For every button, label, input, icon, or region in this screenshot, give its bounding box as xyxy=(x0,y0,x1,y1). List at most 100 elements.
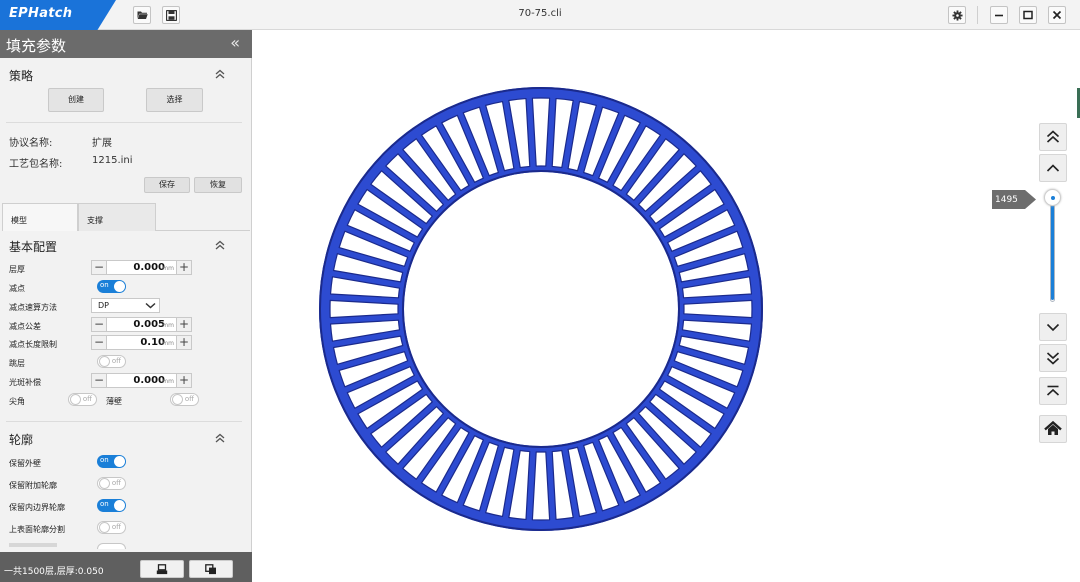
keep-inner-boundary-toggle[interactable]: on xyxy=(97,499,126,512)
clipped-row-label xyxy=(9,543,57,547)
unit-label: mm xyxy=(162,340,174,347)
clipped-toggle xyxy=(97,543,126,549)
create-strategy-button[interactable]: 创建 xyxy=(48,88,104,112)
decrement-icon[interactable]: − xyxy=(92,336,107,349)
layer-slider-fill xyxy=(1051,200,1054,300)
decrement-icon[interactable]: − xyxy=(92,261,107,274)
spot-compensation-value[interactable]: 0.000 xyxy=(133,375,165,386)
collapse-panel-icon[interactable]: « xyxy=(230,33,240,52)
collapse-basic-config-icon[interactable] xyxy=(213,238,227,252)
fill-parameters-panel: 填充参数 « 策略 创建 选择 协议名称: 扩展 工艺包名称: 1215.ini… xyxy=(0,30,252,582)
toggle-state: off xyxy=(184,395,194,403)
app-logo: EPHatch xyxy=(0,0,116,30)
unit-label: mm xyxy=(162,322,174,329)
home-view-button[interactable] xyxy=(1039,415,1067,443)
minimize-icon xyxy=(995,14,1003,17)
chevron-up-bar-icon xyxy=(1046,385,1060,396)
spot-compensation-stepper[interactable]: − 0.000 mm + xyxy=(91,373,192,388)
chevron-down-icon xyxy=(145,302,156,309)
status-bar: 一共1500层,层厚:0.050 xyxy=(0,552,252,582)
protocol-value: 扩展 xyxy=(92,138,112,149)
upper-surface-split-toggle[interactable]: off xyxy=(97,521,126,534)
save-file-button[interactable] xyxy=(162,6,180,24)
collapse-contour-icon[interactable] xyxy=(213,431,227,445)
maximize-icon xyxy=(1023,10,1033,20)
close-icon xyxy=(1052,10,1062,20)
tab-support[interactable]: 支撑 xyxy=(78,203,156,231)
close-button[interactable] xyxy=(1048,6,1066,24)
layer-thickness-stepper[interactable]: − 0.000 mm + xyxy=(91,260,192,275)
skip-layer-toggle[interactable]: off xyxy=(97,355,126,368)
keep-outer-wall-toggle[interactable]: on xyxy=(97,455,126,468)
increment-icon[interactable]: + xyxy=(176,261,191,274)
copy-icon xyxy=(205,564,216,575)
increment-icon[interactable]: + xyxy=(176,374,191,387)
double-chevron-up-icon xyxy=(1046,130,1060,143)
panel-header: 填充参数 « xyxy=(0,30,252,58)
reduce-length-limit-value[interactable]: 0.10 xyxy=(140,337,165,348)
copy-button[interactable] xyxy=(189,560,233,578)
sharp-corner-toggle[interactable]: off xyxy=(68,393,97,406)
folder-open-icon xyxy=(137,11,148,19)
keep-inner-boundary-label: 保留内边界轮廓 xyxy=(9,503,65,512)
reduce-tolerance-value[interactable]: 0.005 xyxy=(133,319,165,330)
layer-up-button[interactable] xyxy=(1039,154,1067,182)
layer-down-fast-button[interactable] xyxy=(1039,344,1067,372)
restore-button[interactable]: 恢复 xyxy=(194,177,242,193)
file-title: 70-75.cli xyxy=(518,8,562,19)
app-name: EPHatch xyxy=(9,6,73,21)
slice-button[interactable] xyxy=(140,560,184,578)
unit-label: mm xyxy=(162,265,174,272)
reduce-tolerance-stepper[interactable]: − 0.005 mm + xyxy=(91,317,192,332)
divider xyxy=(6,421,242,422)
thin-wall-toggle[interactable]: off xyxy=(170,393,199,406)
minimize-button[interactable] xyxy=(990,6,1008,24)
process-package-label: 工艺包名称: xyxy=(9,159,63,170)
upper-surface-split-label: 上表面轮廓分割 xyxy=(9,525,65,534)
reduce-algorithm-label: 减点速算方法 xyxy=(9,303,57,312)
layer-thickness-value[interactable]: 0.000 xyxy=(133,262,165,273)
select-strategy-button[interactable]: 选择 xyxy=(146,88,203,112)
title-bar: EPHatch 70-75.cli xyxy=(0,0,1080,30)
protocol-label: 协议名称: xyxy=(9,138,53,149)
open-file-button[interactable] xyxy=(133,6,151,24)
keep-extra-contour-label: 保留附加轮廓 xyxy=(9,481,57,490)
toggle-state: on xyxy=(100,456,109,464)
chevron-up-icon xyxy=(1046,164,1060,172)
reduce-algorithm-select[interactable]: DP xyxy=(91,298,160,313)
toggle-state: off xyxy=(82,395,92,403)
collapse-strategy-icon[interactable] xyxy=(213,67,227,81)
slice-preview-ring[interactable] xyxy=(253,30,1073,582)
go-to-top-layer-button[interactable] xyxy=(1039,377,1067,405)
increment-icon[interactable]: + xyxy=(176,336,191,349)
toggle-state: on xyxy=(100,500,109,508)
current-layer-value: 1495 xyxy=(995,195,1018,205)
process-package-value: 1215.ini xyxy=(92,155,133,166)
tab-model[interactable]: 模型 xyxy=(2,203,78,231)
decrement-icon[interactable]: − xyxy=(92,374,107,387)
save-icon xyxy=(165,9,177,21)
titlebar-separator xyxy=(977,6,978,24)
keep-extra-contour-toggle[interactable]: off xyxy=(97,477,126,490)
layer-thickness-label: 层厚 xyxy=(9,265,25,274)
toggle-state: on xyxy=(100,281,109,289)
toggle-state: off xyxy=(111,479,121,487)
layer-slider-handle[interactable] xyxy=(1044,189,1061,206)
reduce-points-toggle[interactable]: on xyxy=(97,280,126,293)
basic-config-title: 基本配置 xyxy=(9,240,58,254)
settings-button[interactable] xyxy=(948,6,966,24)
home-icon xyxy=(1044,420,1062,435)
spot-compensation-label: 光斑补偿 xyxy=(9,378,41,387)
strategy-section-title: 策略 xyxy=(9,69,34,83)
layer-down-button[interactable] xyxy=(1039,313,1067,341)
tab-underline xyxy=(156,230,250,231)
reduce-algorithm-value: DP xyxy=(98,301,109,310)
reduce-tolerance-label: 减点公差 xyxy=(9,322,41,331)
decrement-icon[interactable]: − xyxy=(92,318,107,331)
save-button[interactable]: 保存 xyxy=(144,177,190,193)
layer-up-fast-button[interactable] xyxy=(1039,123,1067,151)
toggle-state: off xyxy=(111,523,121,531)
maximize-button[interactable] xyxy=(1019,6,1037,24)
reduce-length-limit-stepper[interactable]: − 0.10 mm + xyxy=(91,335,192,350)
increment-icon[interactable]: + xyxy=(176,318,191,331)
